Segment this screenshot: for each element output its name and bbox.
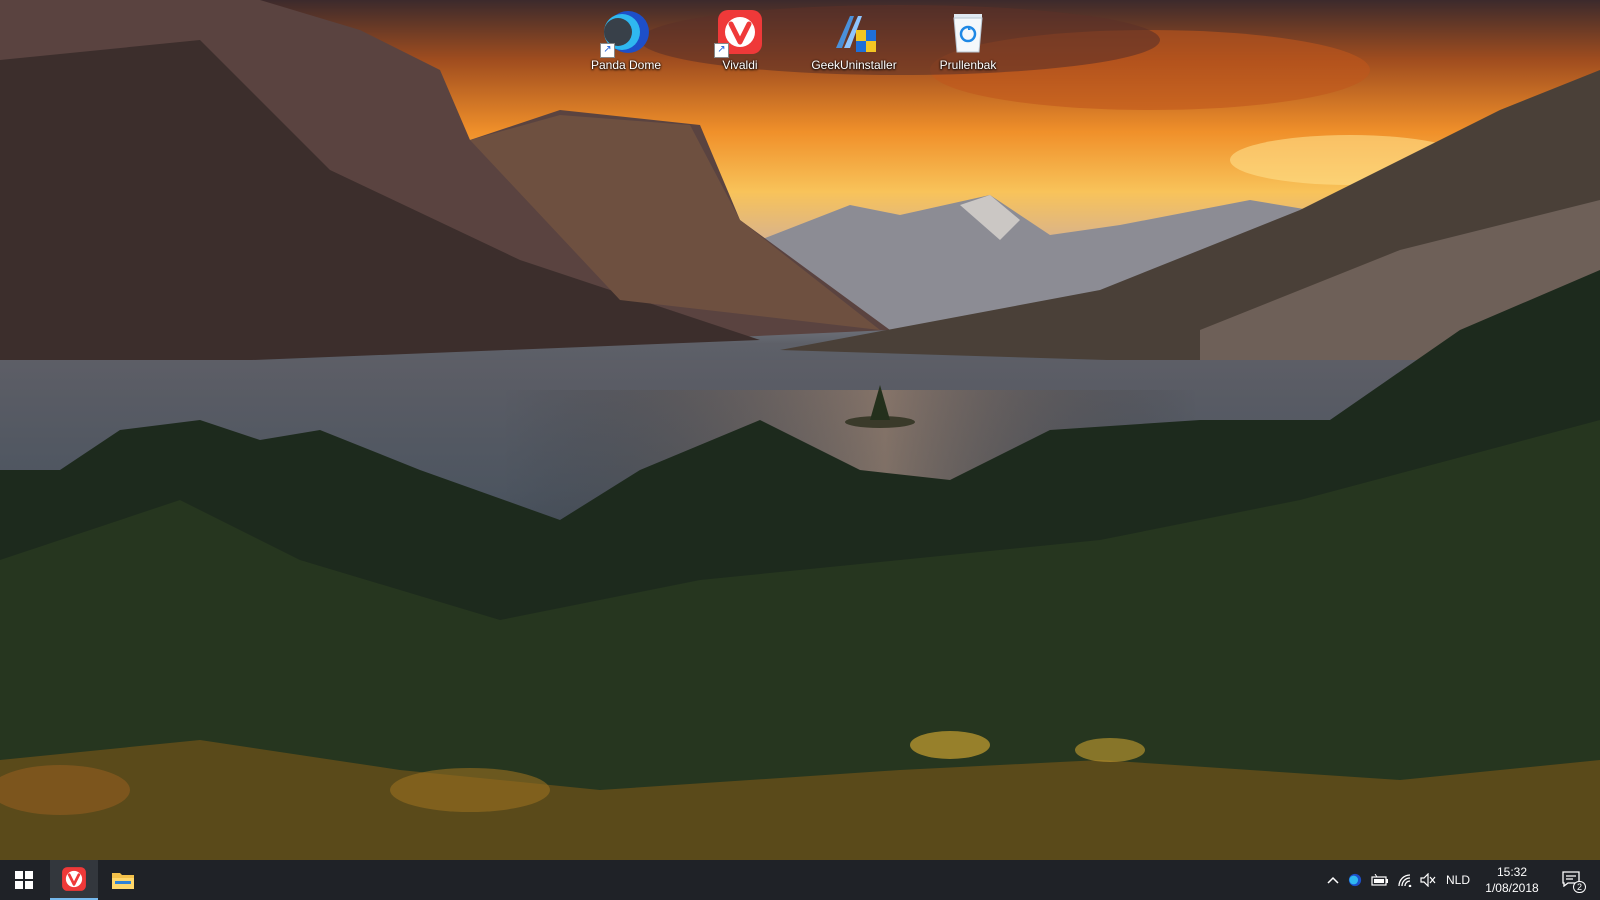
desktop-icon-label: Panda Dome	[590, 58, 662, 72]
folder-icon	[112, 873, 134, 889]
wallpaper-image	[0, 0, 1600, 860]
desktop-icon-recycle-bin[interactable]: Prullenbak	[920, 6, 1016, 78]
volume-muted-icon	[1420, 873, 1436, 887]
wifi-icon	[1398, 874, 1412, 887]
clock-date: 1/08/2018	[1485, 881, 1539, 895]
windows-logo-icon	[15, 871, 33, 889]
clock[interactable]: 15:32 1/08/2018	[1478, 864, 1546, 896]
clock-time: 15:32	[1496, 865, 1528, 879]
shortcut-arrow-icon: ↗	[600, 43, 615, 58]
taskbar-item-vivaldi[interactable]	[50, 860, 98, 900]
battery-icon	[1371, 874, 1388, 886]
desktop-icon-panda-dome[interactable]: ↗ Panda Dome	[578, 6, 674, 78]
show-hidden-icons-button[interactable]	[1322, 860, 1344, 900]
tray-panda-dome[interactable]	[1344, 860, 1366, 900]
action-center-button[interactable]: 2	[1552, 860, 1592, 900]
desktop-icon-label: Prullenbak	[939, 58, 997, 72]
vivaldi-icon	[62, 867, 86, 891]
start-button[interactable]	[0, 860, 48, 900]
chevron-up-icon	[1327, 876, 1339, 884]
shortcut-arrow-icon: ↗	[714, 43, 729, 58]
geekuninstaller-icon	[830, 8, 878, 56]
tray-battery[interactable]	[1368, 860, 1392, 900]
vivaldi-icon: ↗	[714, 8, 764, 58]
panda-dome-icon	[1348, 873, 1362, 887]
desktop-icon-label: Vivaldi	[722, 58, 758, 72]
language-indicator[interactable]: NLD	[1440, 860, 1476, 900]
tray-network[interactable]	[1394, 860, 1416, 900]
desktop[interactable]: ↗ Panda Dome ↗ Vivaldi GeekUninstaller P…	[0, 0, 1600, 860]
taskbar: NLD 15:32 1/08/2018 2	[0, 860, 1600, 900]
desktop-icon-label: GeekUninstaller	[811, 58, 897, 72]
desktop-icon-vivaldi[interactable]: ↗ Vivaldi	[692, 6, 788, 78]
desktop-icon-geekuninstaller[interactable]: GeekUninstaller	[806, 6, 902, 78]
panda-dome-icon: ↗	[600, 8, 650, 58]
recycle-bin-icon	[944, 8, 992, 56]
tray-volume[interactable]	[1416, 860, 1440, 900]
taskbar-item-file-explorer[interactable]	[99, 860, 147, 900]
notification-count-badge: 2	[1572, 881, 1586, 893]
